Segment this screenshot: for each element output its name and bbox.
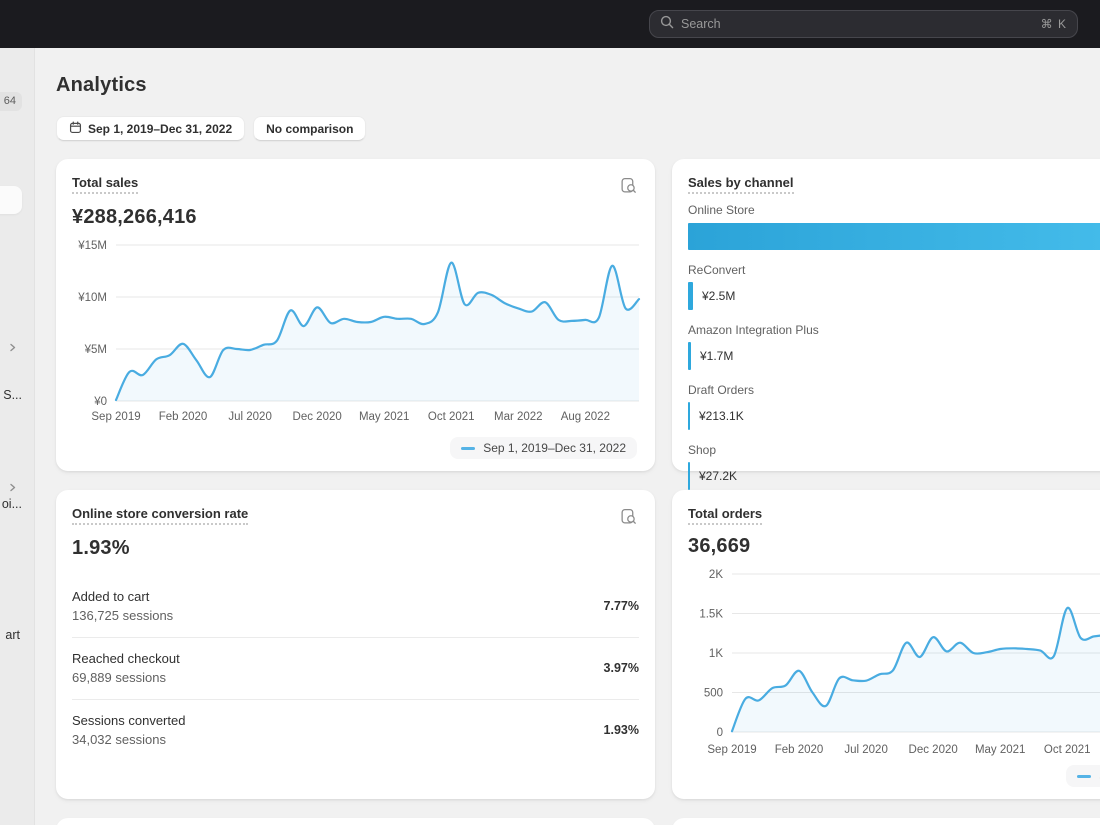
channel-label: Online Store [688, 203, 755, 217]
total-orders-value: 36,669 [688, 535, 751, 557]
channel-label: Draft Orders [688, 383, 755, 397]
comparison-button[interactable]: No comparison [253, 116, 367, 141]
channel-label: Shop [688, 443, 717, 457]
card-conversion-rate: Online store conversion rate 1.93% Added… [56, 490, 655, 799]
date-range-button[interactable]: Sep 1, 2019–Dec 31, 2022 [56, 116, 246, 141]
channel-value: ¥1.7M [700, 349, 734, 363]
svg-text:Jul 2020: Jul 2020 [228, 411, 271, 423]
keyboard-shortcut-badge: ⌘ K [1040, 17, 1067, 31]
calendar-icon [69, 121, 82, 137]
funnel-row: Added to cart 136,725 sessions 7.77% [72, 576, 639, 637]
comparison-label: No comparison [266, 121, 354, 136]
funnel-step-label: Sessions converted [72, 713, 186, 728]
sidebar-item-fragment[interactable]: S... [3, 388, 22, 402]
funnel-step-sessions: 69,889 sessions [72, 670, 166, 685]
filter-controls: Sep 1, 2019–Dec 31, 2022 No comparison [56, 116, 1100, 141]
svg-text:Dec 2020: Dec 2020 [909, 744, 958, 756]
svg-text:0: 0 [717, 727, 723, 739]
card-partially-visible [56, 818, 655, 825]
sidebar-item-fragment[interactable]: oi... [2, 497, 22, 511]
conversion-funnel: Added to cart 136,725 sessions 7.77% Rea… [72, 576, 639, 761]
svg-text:Sep 2019: Sep 2019 [707, 744, 756, 756]
funnel-step-rate: 3.97% [603, 661, 639, 675]
channel-row: ReConvert ¥2.5M [688, 263, 1100, 310]
chevron-right-icon[interactable] [8, 339, 17, 357]
channel-value: ¥27.2K [699, 469, 738, 483]
search-input[interactable]: Search ⌘ K [649, 10, 1078, 38]
svg-text:Feb 2020: Feb 2020 [775, 744, 824, 756]
total-sales-title-link[interactable]: Total sales [72, 175, 139, 194]
svg-text:¥15M: ¥15M [77, 240, 107, 252]
channel-row: Draft Orders ¥213.1K [688, 383, 1100, 430]
funnel-step-rate: 7.77% [603, 599, 639, 613]
channel-bar [688, 282, 693, 310]
channel-value: ¥2.5M [702, 289, 736, 303]
funnel-step-sessions: 136,725 sessions [72, 608, 174, 623]
date-range-label: Sep 1, 2019–Dec 31, 2022 [88, 121, 233, 136]
svg-text:Oct 2021: Oct 2021 [1044, 744, 1091, 756]
svg-text:Mar 2022: Mar 2022 [494, 411, 543, 423]
total-orders-chart: 2K 1.5K 1K 500 0 Sep 2019 Feb 2020 Jul 2020 Dec … [699, 569, 1100, 756]
channel-label: ReConvert [688, 263, 746, 277]
sidebar-count-badge: 64 [0, 92, 22, 111]
funnel-row: Reached checkout 69,889 sessions 3.97% [72, 637, 639, 699]
sidebar-selected-item[interactable] [0, 186, 22, 214]
channel-label: Amazon Integration Plus [688, 323, 819, 337]
channel-row: Shop ¥27.2K [688, 443, 1100, 490]
funnel-step-sessions: 34,032 sessions [72, 732, 166, 747]
legend-label: Sep 1, 2019–Dec 31, 2022 [483, 441, 626, 455]
svg-text:¥10M: ¥10M [77, 292, 107, 304]
svg-text:Dec 2020: Dec 2020 [293, 411, 342, 423]
svg-text:1K: 1K [709, 648, 723, 660]
svg-text:¥5M: ¥5M [84, 344, 107, 356]
svg-text:500: 500 [704, 688, 723, 700]
funnel-step-rate: 1.93% [603, 723, 639, 737]
sales-by-channel-title-link[interactable]: Sales by channel [688, 175, 794, 194]
channel-bar [688, 222, 1100, 250]
svg-text:Feb 2020: Feb 2020 [159, 411, 208, 423]
card-sales-by-channel: Sales by channel Online Store ReConvert … [672, 159, 1100, 490]
chevron-right-icon[interactable] [8, 479, 17, 497]
legend-dash-icon [461, 446, 476, 450]
card-total-sales: Total sales ¥288,266,416 ¥15M ¥10M ¥5M ¥0 Se… [56, 159, 655, 471]
legend-dash-icon [1077, 774, 1092, 778]
card-total-orders: Total orders 36,669 2K 1.5K 1K 500 0 Sep 2019… [672, 490, 1100, 799]
svg-text:Oct 2021: Oct 2021 [428, 411, 475, 423]
chart-legend: Sep 1, 2019–Dec 31, 2022 [450, 437, 637, 459]
chart-legend: Sep 1, 2019–Dec 31, 2022 [1066, 765, 1100, 787]
search-icon [660, 15, 674, 34]
search-placeholder: Search [681, 17, 721, 31]
svg-text:Aug 2022: Aug 2022 [561, 411, 610, 423]
conversion-rate-title-link[interactable]: Online store conversion rate [72, 506, 249, 525]
svg-text:2K: 2K [709, 569, 723, 581]
total-sales-chart: ¥15M ¥10M ¥5M ¥0 Sep 2019 Feb 2020 Jul 2020 Dec… [77, 240, 641, 423]
channel-bar [688, 402, 690, 430]
svg-text:May 2021: May 2021 [975, 744, 1026, 756]
sidebar-item-fragment[interactable]: art [5, 628, 20, 642]
svg-text:May 2021: May 2021 [359, 411, 410, 423]
total-orders-title-link[interactable]: Total orders [688, 506, 763, 525]
svg-text:Jul 2020: Jul 2020 [844, 744, 887, 756]
funnel-step-label: Reached checkout [72, 651, 180, 666]
channel-row: Online Store [688, 203, 1100, 250]
page-title: Analytics [56, 74, 147, 96]
svg-text:¥0: ¥0 [93, 396, 107, 408]
channel-bar [688, 462, 690, 490]
channel-row: Amazon Integration Plus ¥1.7M [688, 323, 1100, 370]
report-icon[interactable] [618, 175, 639, 196]
svg-text:Sep 2019: Sep 2019 [91, 411, 140, 423]
main-content: Analytics Sep 1, 2019–Dec 31, 2022 No co… [35, 48, 1100, 825]
topbar: Search ⌘ K [0, 0, 1100, 48]
card-partially-visible [672, 818, 1100, 825]
channel-bar [688, 342, 691, 370]
sidebar: 64 S... oi... art [0, 48, 35, 825]
channel-value: ¥213.1K [699, 409, 744, 423]
svg-text:1.5K: 1.5K [699, 609, 723, 621]
total-sales-value: ¥288,266,416 [72, 206, 197, 228]
report-icon[interactable] [618, 506, 639, 527]
dashboard-grid: Total sales ¥288,266,416 ¥15M ¥10M ¥5M ¥0 Se… [56, 159, 1100, 825]
conversion-rate-value: 1.93% [72, 537, 130, 559]
funnel-step-label: Added to cart [72, 589, 150, 604]
funnel-row: Sessions converted 34,032 sessions 1.93% [72, 699, 639, 761]
